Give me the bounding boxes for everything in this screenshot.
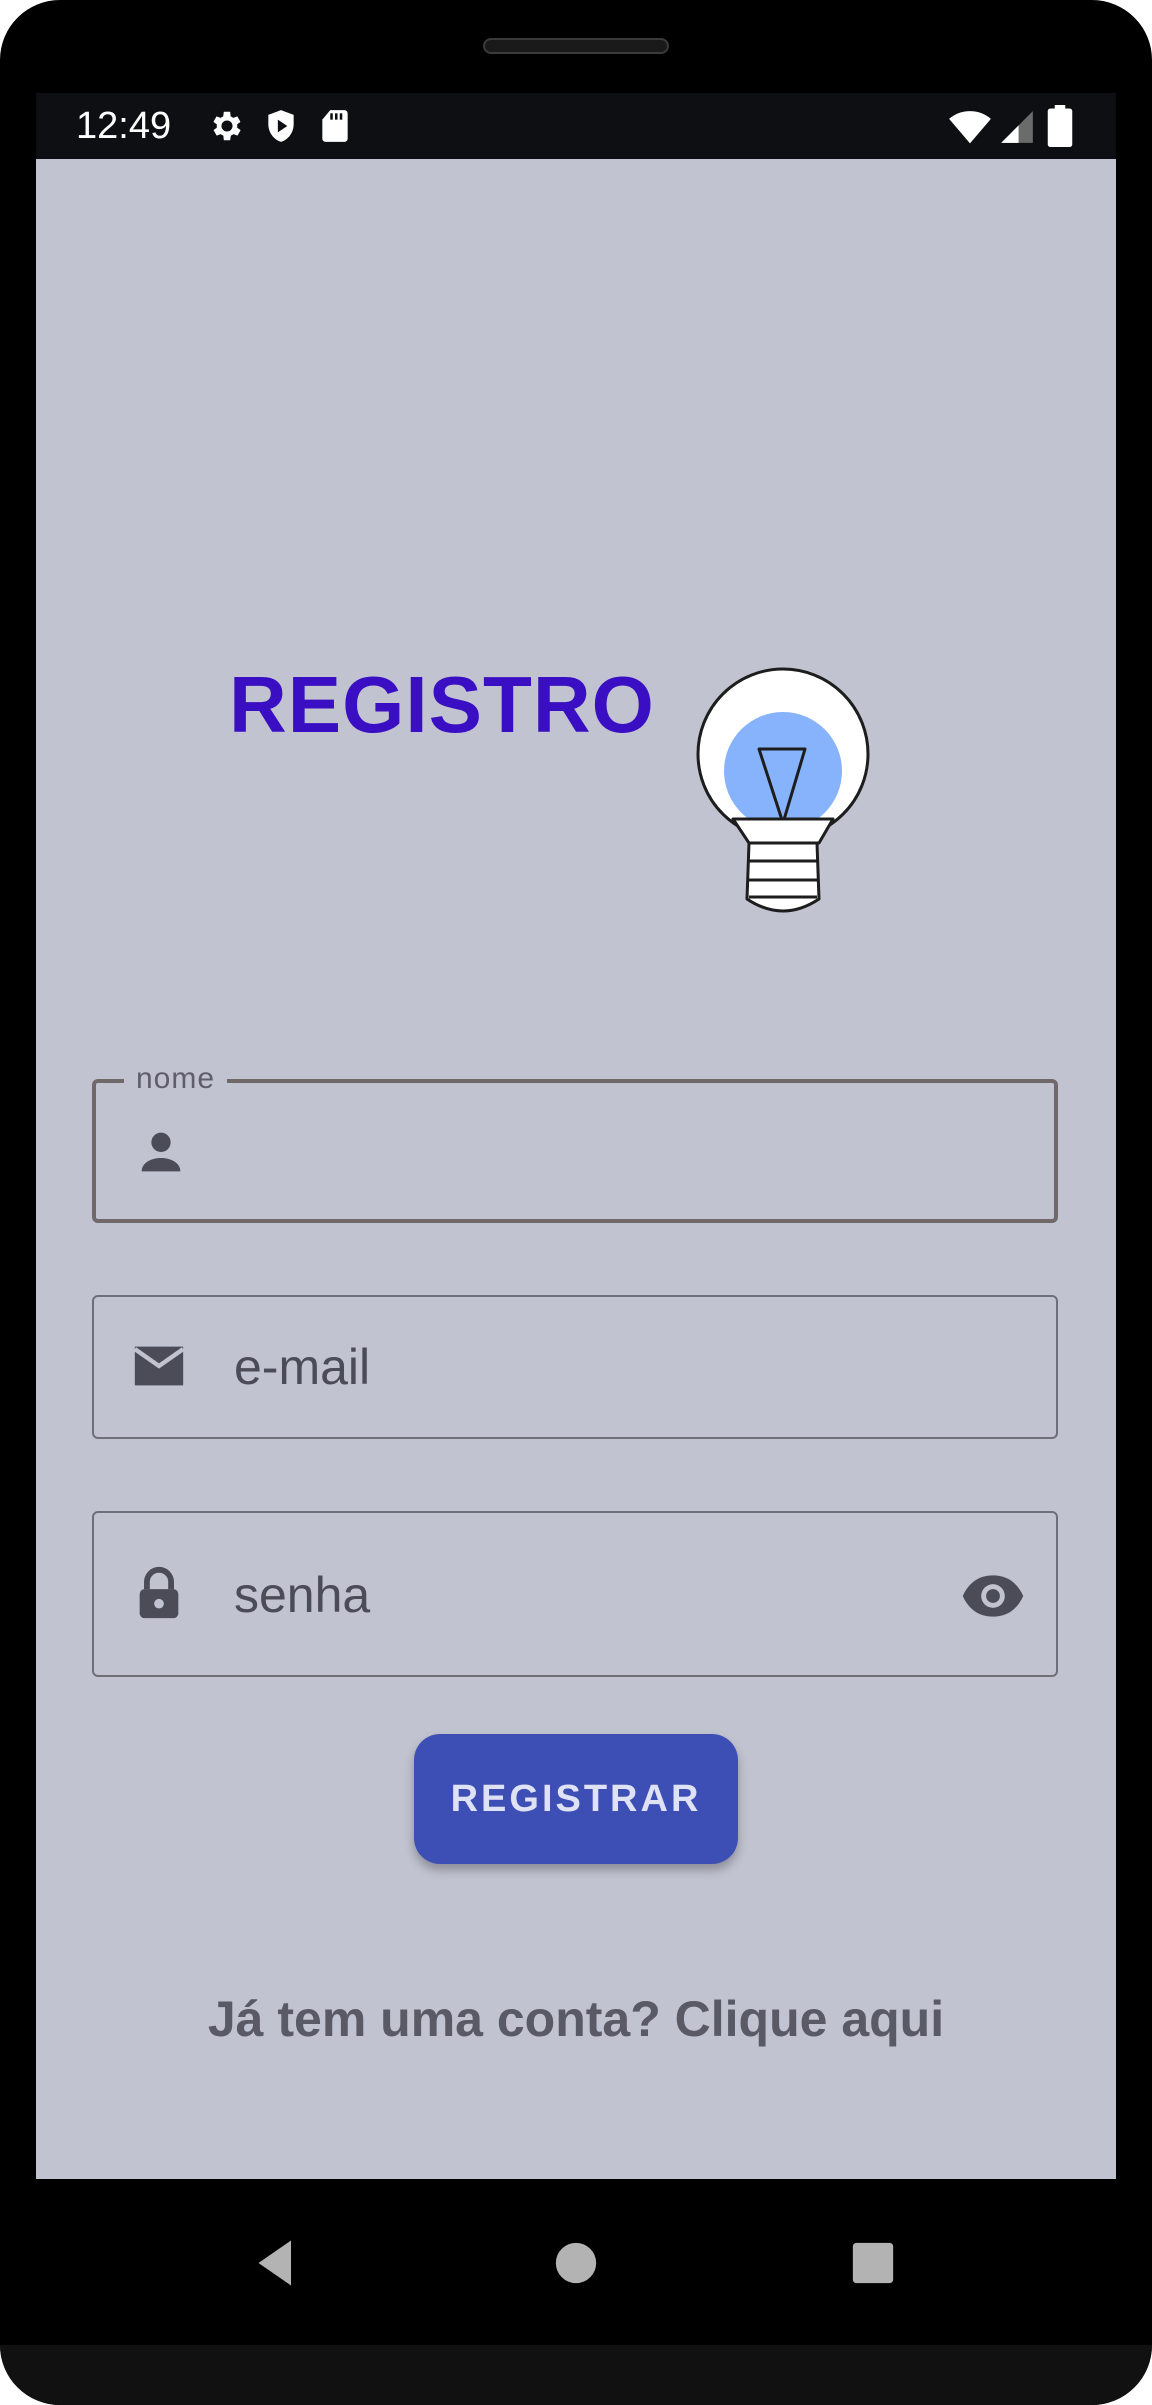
mail-icon <box>133 1346 185 1386</box>
battery-icon <box>1047 105 1073 147</box>
navigation-bar <box>0 2179 1152 2345</box>
shield-play-icon <box>268 110 294 142</box>
password-field[interactable]: senha <box>92 1511 1058 1677</box>
eye-icon[interactable] <box>960 1563 1026 1629</box>
device-chin <box>0 2345 1152 2405</box>
register-button[interactable]: REGISTRAR <box>414 1734 738 1864</box>
signal-icon <box>1001 111 1033 143</box>
status-time: 12:49 <box>76 105 172 147</box>
home-button[interactable] <box>536 2223 616 2303</box>
page-title: REGISTRO <box>229 660 655 749</box>
status-bar: 12:49 <box>36 93 1116 159</box>
gear-icon <box>213 111 241 141</box>
register-page: REGISTRO nome e-mail senha REGISTRAR Já … <box>36 159 1116 2179</box>
back-icon <box>258 2240 291 2286</box>
earpiece-speaker <box>483 38 669 54</box>
sd-card-icon <box>322 110 348 142</box>
email-field[interactable]: e-mail <box>92 1295 1058 1439</box>
wifi-icon <box>949 111 991 144</box>
login-link[interactable]: Já tem uma conta? Clique aqui <box>36 1989 1116 2049</box>
password-placeholder: senha <box>234 1567 371 1623</box>
name-input[interactable] <box>236 1121 1024 1185</box>
name-field[interactable]: nome <box>92 1061 1058 1223</box>
back-button[interactable] <box>236 2223 316 2303</box>
recents-button[interactable] <box>833 2223 913 2303</box>
home-icon <box>555 2242 597 2284</box>
person-icon <box>141 1132 181 1172</box>
phone-device: 12:49 REGISTRO nome e-mail senha REGISTR… <box>0 0 1152 2405</box>
lightbulb-icon <box>696 667 870 913</box>
name-field-label: nome <box>124 1061 228 1097</box>
email-placeholder: e-mail <box>234 1339 371 1395</box>
app-screen: 12:49 REGISTRO nome e-mail senha REGISTR… <box>36 93 1116 2179</box>
recents-icon <box>852 2242 894 2284</box>
lock-icon <box>139 1566 179 1619</box>
